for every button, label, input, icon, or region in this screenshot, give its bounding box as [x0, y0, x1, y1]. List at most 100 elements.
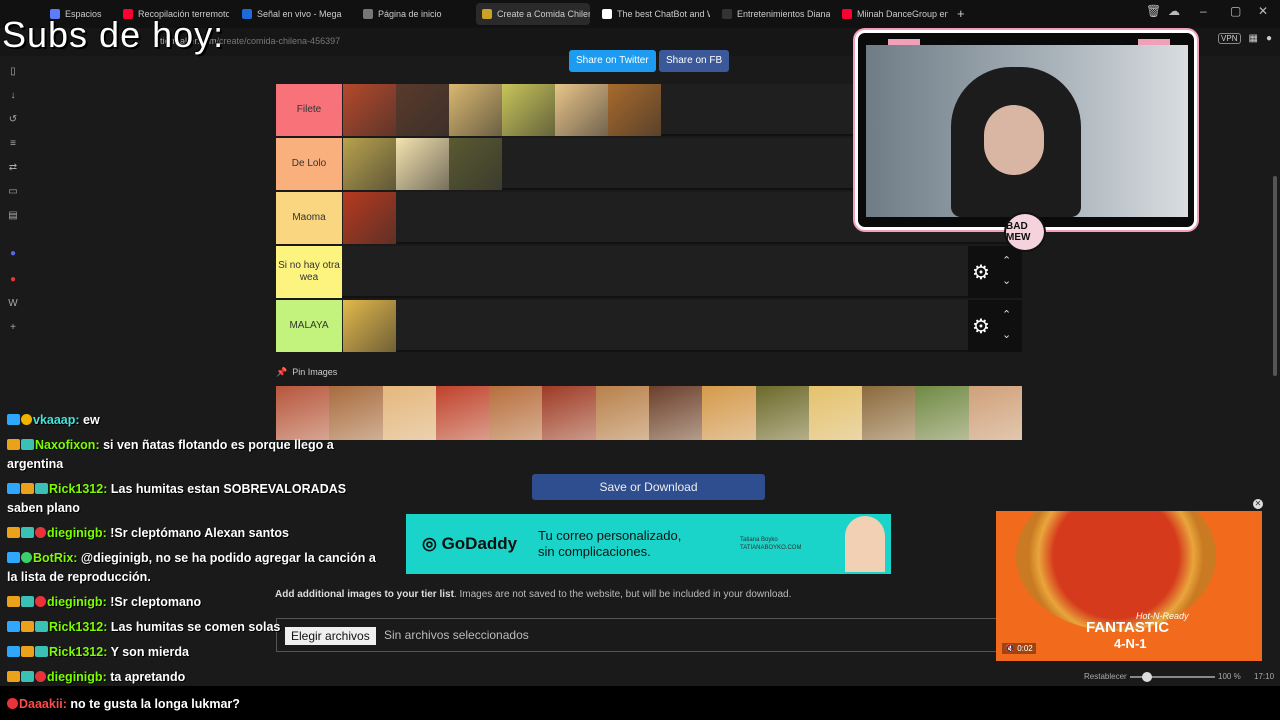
godaddy-logo-icon: ◎	[422, 534, 442, 553]
trash-icon[interactable]: 🗑	[1146, 4, 1161, 18]
chat-badge-icon	[21, 646, 34, 657]
chat-badge-icon	[21, 671, 34, 682]
mute-icon[interactable]: 🔇	[1005, 644, 1017, 653]
vpn-badge[interactable]: VPN	[1218, 33, 1241, 44]
food-image[interactable]	[396, 84, 449, 136]
food-image[interactable]	[343, 192, 396, 244]
extensions-icon[interactable]: ▦	[1249, 33, 1258, 44]
download-icon[interactable]: ↓	[7, 90, 19, 102]
godaddy-ad[interactable]: ◎ GoDaddy Tu correo personalizado, sin c…	[406, 514, 891, 574]
food-image[interactable]	[502, 84, 555, 136]
pin-images-label: 📌 Pin Images	[276, 367, 337, 378]
tier-controls: ⚙ ⌃ ⌄	[968, 246, 1022, 298]
browser-tab[interactable]: Página de inicio	[357, 3, 469, 25]
browser-tab[interactable]: Entretenimientos Diana	[716, 3, 830, 25]
profile-icon[interactable]: ●	[1266, 33, 1272, 44]
food-image[interactable]	[343, 84, 396, 136]
chat-message: Rick1312: Y son mierda	[7, 643, 189, 661]
tier-label[interactable]: Filete	[276, 84, 342, 136]
chat-badge-icon	[7, 439, 20, 450]
chat-badge-icon	[7, 414, 20, 425]
food-image[interactable]	[449, 138, 502, 190]
chat-overlay: vkaaap: ew Naxofixon: si ven ñatas flotan…	[0, 408, 410, 720]
chevron-down-icon[interactable]: ⌄	[1002, 328, 1011, 341]
chat-message: Rick1312: Las humitas se comen solas	[7, 618, 280, 636]
food-image[interactable]	[595, 386, 649, 440]
food-image[interactable]	[648, 386, 703, 440]
tier-label[interactable]: Maoma	[276, 192, 342, 244]
food-image[interactable]	[542, 386, 596, 440]
notes-icon[interactable]: ≡	[7, 138, 19, 150]
food-image[interactable]	[755, 386, 809, 440]
food-image[interactable]	[396, 138, 449, 190]
browser-tab[interactable]: Create a Comida Chilena T	[476, 3, 590, 25]
food-image[interactable]	[489, 386, 543, 440]
food-image[interactable]	[968, 386, 1022, 440]
food-image[interactable]	[808, 386, 863, 440]
pizza-video-ad[interactable]: Hot-N-Ready FANTASTIC 4-N-1 🔇 0:02	[996, 511, 1262, 661]
close-window-icon[interactable]: ✕	[1258, 4, 1268, 18]
food-image[interactable]	[435, 386, 490, 440]
bookmark-icon[interactable]: ▯	[7, 66, 19, 78]
add-panel-icon[interactable]: +	[7, 322, 19, 334]
gear-icon[interactable]: ⚙	[972, 260, 990, 285]
chevron-down-icon[interactable]: ⌄	[1002, 274, 1011, 287]
ad-close-icon[interactable]: ✕	[1253, 499, 1263, 509]
food-image[interactable]	[343, 138, 396, 190]
history-icon[interactable]: ↺	[7, 114, 19, 126]
chevron-up-icon[interactable]: ⌃	[1002, 308, 1011, 321]
save-download-button[interactable]: Save or Download	[532, 474, 765, 500]
minimize-icon[interactable]: –	[1200, 4, 1207, 18]
share-twitter-button[interactable]: Share on Twitter	[569, 50, 656, 72]
food-image[interactable]	[343, 300, 396, 352]
food-image[interactable]	[702, 386, 756, 440]
wallet-icon[interactable]: ▭	[7, 186, 19, 198]
mastodon-icon[interactable]: ●	[7, 248, 19, 260]
godaddy-line1: Tu correo personalizado,	[538, 528, 682, 543]
chat-badge-icon	[7, 483, 20, 494]
chat-badge-icon	[21, 596, 34, 607]
translate-icon[interactable]: ⇄	[7, 162, 19, 174]
new-tab-icon[interactable]: +	[957, 6, 965, 21]
reading-list-icon[interactable]: ▤	[7, 210, 19, 222]
page-scrollbar[interactable]	[1272, 56, 1278, 666]
reset-zoom-text[interactable]: Restablecer	[1084, 672, 1127, 681]
tab-favicon-icon	[363, 9, 373, 19]
chat-badge-icon	[7, 621, 20, 632]
ad-video-controls[interactable]: 🔇 0:02	[1002, 643, 1036, 654]
tier-label[interactable]: MALAYA	[276, 300, 342, 352]
chevron-up-icon[interactable]: ⌃	[1002, 254, 1011, 267]
maximize-icon[interactable]: ▢	[1230, 4, 1241, 18]
browser-tab[interactable]: Señal en vivo - Mega	[236, 3, 350, 25]
browser-tab[interactable]: The best ChatBot and Wid	[596, 3, 710, 25]
tab-label: Página de inicio	[378, 9, 442, 19]
tier-items	[343, 138, 502, 190]
food-image[interactable]	[555, 84, 608, 136]
ad-person-image	[845, 516, 885, 572]
tab-favicon-icon	[602, 9, 612, 19]
chat-message: la lista de reproducción.	[7, 568, 151, 586]
tier-label[interactable]: Si no hay otra wea	[276, 246, 342, 298]
godaddy-line2: sin complicaciones.	[538, 544, 651, 559]
share-facebook-button[interactable]: Share on FB	[659, 50, 730, 72]
vivaldi-icon[interactable]: ●	[7, 274, 19, 286]
tab-label: Create a Comida Chilena T	[497, 9, 590, 19]
cloud-icon[interactable]: ☁	[1168, 4, 1180, 18]
godaddy-logo: ◎ GoDaddy	[422, 534, 518, 553]
chat-badge-icon	[7, 552, 20, 563]
wikipedia-icon[interactable]: W	[7, 298, 19, 310]
tier-label[interactable]: De Lolo	[276, 138, 342, 190]
tier-items	[343, 300, 396, 352]
food-image[interactable]	[608, 84, 661, 136]
screen: { "overlay": { "subs_text": "Subs de hoy…	[0, 0, 1280, 720]
food-image[interactable]	[862, 386, 916, 440]
food-image[interactable]	[449, 84, 502, 136]
tier-items	[343, 84, 661, 136]
address-bar-icons: VPN ▦ ●	[1218, 33, 1272, 44]
food-image[interactable]	[915, 386, 969, 440]
browser-tab[interactable]: Miinah DanceGroup en Val	[836, 3, 948, 25]
gear-icon[interactable]: ⚙	[972, 314, 990, 339]
scrollbar-thumb[interactable]	[1273, 176, 1277, 376]
chat-username: dieginigb	[47, 595, 103, 609]
zoom-slider-knob[interactable]	[1142, 672, 1152, 682]
